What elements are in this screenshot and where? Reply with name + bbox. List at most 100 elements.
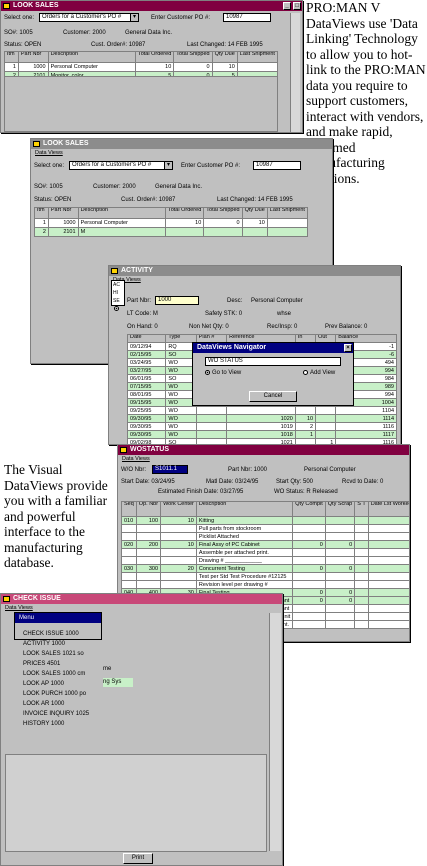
app-icon bbox=[33, 141, 40, 147]
radio-selected-icon bbox=[205, 370, 210, 375]
menu-item[interactable]: HISTORY 1000 bbox=[19, 719, 101, 729]
menu-item[interactable]: PRICES 4501 bbox=[19, 659, 101, 669]
status-label: Status: OPEN bbox=[4, 42, 42, 48]
title-bar[interactable]: WOSTATUS bbox=[118, 445, 409, 455]
window-title: WOSTATUS bbox=[130, 446, 170, 453]
lt-code: LT Code: M bbox=[127, 311, 158, 317]
title-bar[interactable]: CHECK ISSUE bbox=[1, 594, 282, 604]
matl-date: Matl Date: 03/24/95 bbox=[206, 479, 259, 485]
minimize-icon[interactable]: _ bbox=[283, 2, 291, 10]
status-label: Status: OPEN bbox=[34, 197, 72, 203]
title-bar[interactable]: LOOK SALES _ □ bbox=[1, 1, 302, 11]
safety-stock: Safety STK: 0 bbox=[205, 311, 243, 317]
print-button[interactable]: Print bbox=[123, 853, 153, 864]
visual-dataviews-text: The Visual DataViews provide you with a … bbox=[4, 462, 108, 570]
menu-item[interactable]: CHECK ISSUE 1000 bbox=[19, 629, 101, 639]
side-list[interactable]: AC HI SE bbox=[111, 280, 125, 306]
cust-order-label: Cust. Order#: 10987 bbox=[91, 42, 146, 48]
rcvd-to-date: Rcvd to Date: 0 bbox=[342, 479, 384, 485]
radio-empty-icon bbox=[303, 370, 308, 375]
table-row[interactable]: 2 2101 M bbox=[34, 227, 309, 237]
window-title: CHECK ISSUE bbox=[13, 595, 61, 602]
part-input[interactable]: 1000 bbox=[155, 296, 199, 305]
table-row[interactable]: 010 100 10 Kitting bbox=[121, 516, 409, 525]
empty-grid-area bbox=[5, 754, 267, 852]
finish-date: Estimated Finish Date: 03/27/95 bbox=[158, 489, 244, 495]
table-row[interactable]: 030 300 20 Concurrent Testing 0 0 bbox=[121, 564, 409, 573]
start-date: Start Date: 03/24/95 bbox=[121, 479, 175, 485]
table-row[interactable]: Drawing # ____________ bbox=[121, 556, 409, 565]
menu-data-views[interactable]: Data Views bbox=[118, 455, 409, 463]
view-select[interactable]: Orders for a Customer's PO # ▾ bbox=[39, 13, 139, 22]
start-qty: Start Qty: 500 bbox=[276, 479, 314, 485]
menu-item[interactable]: LOOK AP 1000 bbox=[19, 679, 101, 689]
table-row[interactable]: 1 1000 Personal Computer 10 0 10 bbox=[4, 62, 279, 72]
menu-header[interactable]: Menu bbox=[15, 613, 101, 623]
table-row[interactable]: Test per Std Test Procedure #12125 bbox=[121, 572, 409, 581]
close-icon[interactable]: × bbox=[344, 344, 352, 352]
dialog-title: DataViews Navigator bbox=[197, 344, 267, 351]
table-row[interactable]: Picklist Attached bbox=[121, 532, 409, 541]
menu-item[interactable]: LOOK AR 1000 bbox=[19, 699, 101, 709]
customer-name: General Data Inc. bbox=[125, 30, 173, 36]
desc-value: Personal Computer bbox=[251, 298, 303, 304]
empty-grid-area bbox=[4, 76, 278, 132]
title-bar[interactable]: LOOK SALES bbox=[31, 139, 332, 149]
menu-item[interactable]: LOOK PURCH 1000 po bbox=[19, 689, 101, 699]
wo-input[interactable]: S1011.1 bbox=[152, 465, 188, 474]
go-to-view-radio[interactable]: Go to View bbox=[205, 370, 241, 376]
partial-row: ng Sys bbox=[103, 678, 133, 687]
look-sales-window-1: LOOK SALES _ □ Select one: Orders for a C… bbox=[0, 0, 303, 133]
customer-name: General Data Inc. bbox=[155, 184, 203, 190]
menu-item[interactable]: LOOK SALES 1000 cm bbox=[19, 669, 101, 679]
select-label: Select one: bbox=[34, 163, 65, 169]
side-radio[interactable] bbox=[114, 306, 121, 312]
customer-label: Customer: 2000 bbox=[63, 30, 106, 36]
po-label: Enter Customer PO #: bbox=[181, 163, 241, 169]
app-icon bbox=[120, 447, 127, 453]
part-label: Part Nbr: bbox=[127, 298, 152, 304]
select-label: Select one: bbox=[4, 15, 35, 21]
table-row[interactable]: 09/30/95 WO 1018 1 1117 bbox=[126, 430, 397, 439]
menu-data-views[interactable]: Data Views bbox=[31, 149, 332, 157]
table-row[interactable]: 09/30/95 WO 1020 10 1114 bbox=[126, 414, 397, 423]
table-row[interactable]: Assemble per attached print. bbox=[121, 548, 409, 557]
app-icon bbox=[3, 596, 10, 602]
menu-item[interactable]: INVOICE INQUIRY 1025 bbox=[19, 709, 101, 719]
menu-item[interactable]: ACTIVITY 1000 bbox=[19, 639, 101, 649]
whse-label: whse bbox=[277, 311, 292, 317]
table-row[interactable]: Pull parts from stockroom bbox=[121, 524, 409, 533]
part-desc: Personal Computer bbox=[304, 467, 356, 473]
on-hand: On Hand: 0 bbox=[127, 324, 158, 330]
title-bar[interactable]: ACTIVITY bbox=[109, 266, 400, 276]
table-row[interactable]: 09/25/95 WO 1104 bbox=[126, 406, 397, 415]
po-input[interactable]: 10987 bbox=[253, 161, 301, 170]
last-changed-label: Last Changed: 14 FEB 1995 bbox=[187, 42, 263, 48]
dataviews-menu: Menu CHECK ISSUE 1000 ACTIVITY 1000 LOOK S… bbox=[14, 612, 102, 727]
table-row[interactable]: 09/30/95 WO 1019 2 1116 bbox=[126, 422, 397, 431]
dialog-title-bar[interactable]: DataViews Navigator × bbox=[193, 343, 353, 353]
prev-balance: Prev Balance: 0 bbox=[325, 324, 368, 330]
add-view-radio[interactable]: Add View bbox=[303, 370, 335, 376]
menu-data-views[interactable]: Data Views bbox=[1, 604, 282, 612]
menu-data-views[interactable]: Data Views bbox=[109, 276, 400, 284]
desc-label: Desc: bbox=[227, 298, 243, 304]
table-row[interactable]: Revision level per drawing # bbox=[121, 580, 409, 589]
view-select[interactable]: Orders for a Customer's PO # ▾ bbox=[69, 161, 173, 170]
app-icon bbox=[3, 3, 10, 9]
scrollbar[interactable] bbox=[269, 613, 281, 851]
navigator-input[interactable]: WO STATUS bbox=[205, 357, 341, 366]
last-changed-label: Last Changed: 14 FEB 1995 bbox=[217, 197, 293, 203]
menu-item[interactable]: LOOK SALES 1021 so bbox=[19, 649, 101, 659]
window-title: ACTIVITY bbox=[121, 267, 153, 274]
part-label: Part Nbr: 1000 bbox=[228, 467, 268, 473]
table-row[interactable]: 1 1000 Personal Computer 10 0 10 bbox=[34, 218, 309, 228]
so-label: SO#: 1005 bbox=[4, 30, 33, 36]
maximize-icon[interactable]: □ bbox=[293, 2, 301, 10]
app-icon bbox=[111, 268, 118, 274]
scrollbar[interactable] bbox=[290, 13, 300, 132]
po-input[interactable]: 10987 bbox=[223, 13, 271, 22]
table-row[interactable]: 020 200 10 Final Assy of PC Cabinet 0 0 bbox=[121, 540, 409, 549]
cancel-button[interactable]: Cancel bbox=[249, 391, 297, 402]
window-title: LOOK SALES bbox=[13, 2, 59, 9]
